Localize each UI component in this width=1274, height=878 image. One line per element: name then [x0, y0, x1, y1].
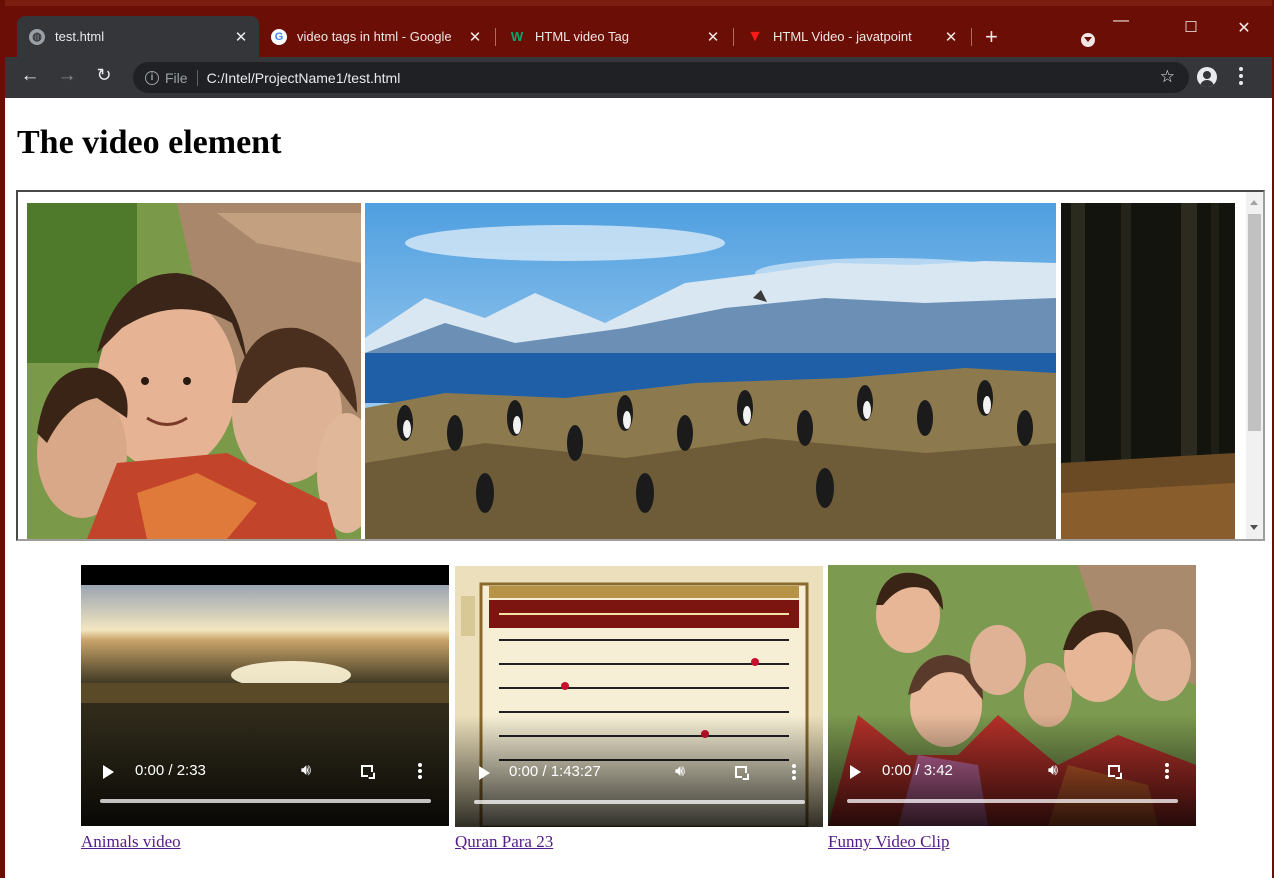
scrollbar-thumb[interactable]	[1248, 214, 1261, 431]
tab-title: video tags in html - Google	[297, 29, 452, 44]
browser-menu-icon[interactable]	[1239, 67, 1243, 88]
google-icon: G	[271, 28, 287, 45]
play-icon[interactable]	[850, 765, 861, 779]
more-options-icon[interactable]	[418, 763, 422, 781]
browser-chrome: ◍ test.html ✕ G video tags in html - Goo…	[5, 0, 1272, 98]
window-frame-left	[0, 0, 5, 878]
bookmark-star-icon[interactable]: ☆	[1160, 67, 1175, 87]
browser-toolbar: ← → ↻ i File C:/Intel/ProjectName1/test.…	[5, 57, 1272, 98]
photo-children-image	[27, 203, 361, 539]
volume-icon[interactable]: 🔊︎	[675, 763, 685, 781]
video-player-animals[interactable]: 0:00 / 2:33 🔊︎	[81, 565, 449, 826]
video-player-quran[interactable]: 0:00 / 1:43:27 🔊︎	[455, 566, 823, 827]
scheme-label: File	[165, 69, 188, 86]
scroll-up-icon[interactable]	[1250, 200, 1258, 205]
volume-icon[interactable]: 🔊︎	[1048, 762, 1058, 780]
video-time: 0:00 / 3:42	[882, 762, 953, 779]
video-progress-bar[interactable]	[847, 799, 1178, 803]
video-controls: 0:00 / 1:43:27 🔊︎	[455, 762, 823, 786]
tab-title: HTML Video - javatpoint	[773, 29, 912, 44]
video-controls: 0:00 / 2:33 🔊︎	[81, 761, 449, 785]
link-animals-video[interactable]: Animals video	[81, 832, 181, 852]
close-tab-icon[interactable]: ✕	[233, 28, 249, 46]
javatpoint-icon: ▼	[747, 27, 763, 45]
fullscreen-icon[interactable]	[1108, 765, 1120, 777]
address-url[interactable]: C:/Intel/ProjectName1/test.html	[207, 70, 401, 86]
video-time: 0:00 / 1:43:27	[509, 763, 601, 780]
close-tab-icon[interactable]: ✕	[705, 28, 721, 46]
video-progress-bar[interactable]	[100, 799, 431, 803]
address-bar[interactable]: i File C:/Intel/ProjectName1/test.html ☆	[133, 62, 1189, 93]
more-options-icon[interactable]	[1165, 763, 1169, 781]
tab-title: test.html	[55, 29, 105, 44]
video-progress-bar[interactable]	[474, 800, 805, 804]
close-window-button[interactable]: ✕	[1234, 18, 1254, 38]
embedded-iframe[interactable]	[16, 190, 1265, 541]
tab-javatpoint[interactable]: ▼ HTML Video - javatpoint ✕	[735, 16, 969, 57]
forward-button[interactable]: →	[55, 65, 79, 87]
volume-icon[interactable]: 🔊︎	[301, 762, 311, 780]
info-icon[interactable]: i	[145, 70, 159, 85]
tab-search-icon[interactable]	[1081, 33, 1095, 47]
fullscreen-icon[interactable]	[735, 766, 747, 778]
tab-title: HTML video Tag	[535, 29, 629, 44]
video-player-funny[interactable]: 0:00 / 3:42 🔊︎	[828, 565, 1196, 826]
play-icon[interactable]	[103, 765, 114, 779]
tab-separator	[971, 28, 972, 46]
minimize-button[interactable]: —	[1111, 12, 1131, 30]
reload-button[interactable]: ↻	[92, 65, 116, 86]
tab-w3schools[interactable]: W HTML video Tag ✕	[497, 16, 731, 57]
profile-avatar-icon[interactable]	[1197, 67, 1217, 87]
video-controls: 0:00 / 3:42 🔊︎	[828, 761, 1196, 785]
link-quran-para-23[interactable]: Quran Para 23	[455, 832, 553, 852]
tab-separator	[495, 28, 496, 46]
tab-strip: ◍ test.html ✕ G video tags in html - Goo…	[5, 0, 1272, 57]
globe-icon: ◍	[29, 28, 45, 45]
fullscreen-icon[interactable]	[361, 765, 373, 777]
tab-test-html[interactable]: ◍ test.html ✕	[17, 16, 259, 57]
maximize-button[interactable]: ☐	[1181, 18, 1201, 36]
close-tab-icon[interactable]: ✕	[467, 28, 483, 46]
play-icon[interactable]	[479, 766, 490, 780]
scroll-down-icon[interactable]	[1250, 525, 1258, 530]
w3schools-icon: W	[510, 29, 524, 44]
tab-google-search[interactable]: G video tags in html - Google ✕	[259, 16, 493, 57]
video-time: 0:00 / 2:33	[135, 762, 206, 779]
photo-landscape-image	[365, 203, 1056, 539]
link-funny-video-clip[interactable]: Funny Video Clip	[828, 832, 949, 852]
close-tab-icon[interactable]: ✕	[943, 28, 959, 46]
iframe-scrollbar[interactable]	[1246, 192, 1263, 539]
more-options-icon[interactable]	[792, 764, 796, 782]
page-title: The video element	[17, 124, 282, 161]
back-button[interactable]: ←	[18, 65, 42, 87]
new-tab-button[interactable]: +	[985, 26, 998, 48]
tab-separator	[733, 28, 734, 46]
photo-forest-image	[1061, 203, 1235, 539]
address-separator	[196, 69, 198, 86]
